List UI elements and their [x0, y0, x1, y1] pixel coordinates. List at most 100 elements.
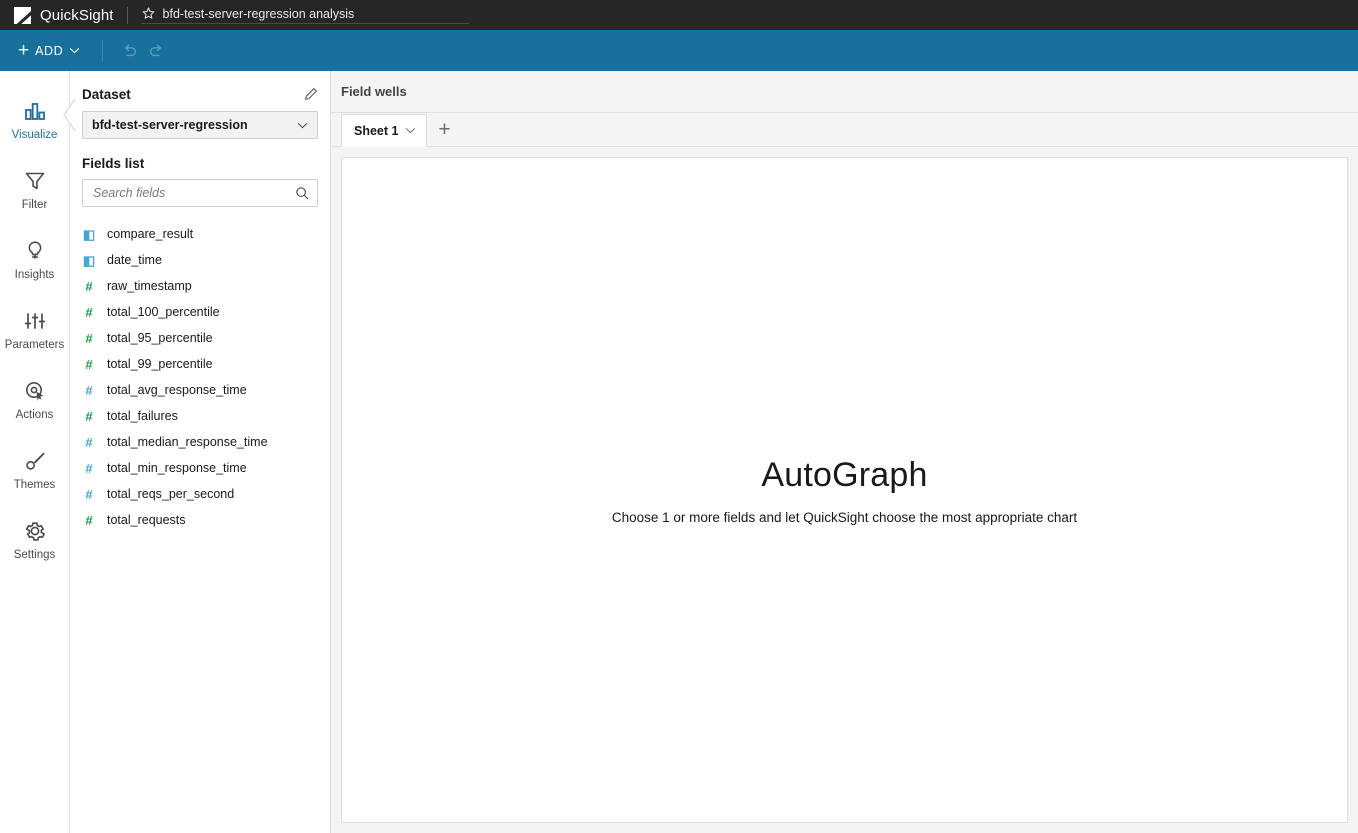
sidebar-item-label: Filter	[21, 199, 48, 211]
field-name: total_requests	[107, 513, 186, 527]
workspace: Field wells Sheet 1 + AutoGraph Choose 1…	[331, 71, 1358, 833]
add-sheet-button[interactable]: +	[427, 113, 461, 146]
undo-icon	[125, 44, 137, 56]
analysis-title-field[interactable]: bfd-test-server-regression analysis	[140, 6, 469, 24]
number-type-icon: #	[85, 382, 93, 398]
sidebar-item-insights[interactable]: Insights	[0, 225, 69, 295]
sidebar-item-label: Visualize	[11, 129, 58, 141]
redo-button[interactable]	[143, 38, 169, 64]
search-input[interactable]	[93, 186, 295, 200]
field-wells-panel[interactable]: Field wells	[331, 71, 1358, 113]
chevron-down-icon	[297, 122, 308, 128]
plus-icon: +	[18, 39, 30, 61]
dataset-select[interactable]: bfd-test-server-regression	[82, 111, 318, 139]
lightbulb-icon	[28, 241, 41, 259]
tab-sheet-1[interactable]: Sheet 1	[341, 114, 428, 147]
field-item[interactable]: # total_99_percentile	[70, 351, 330, 377]
toolbar-divider	[102, 40, 104, 61]
field-item[interactable]: # total_95_percentile	[70, 325, 330, 351]
panel-collapse-handle[interactable]	[62, 98, 78, 132]
pencil-icon[interactable]	[303, 87, 318, 102]
cursor-target-icon	[25, 382, 43, 401]
left-nav-rail: Visualize Filter Insights Parameters Act…	[0, 71, 70, 833]
field-item[interactable]: # total_failures	[70, 403, 330, 429]
sliders-icon	[24, 313, 45, 329]
field-item[interactable]: ◧ date_time	[70, 247, 330, 273]
number-type-icon: #	[85, 408, 93, 424]
field-name: total_99_percentile	[107, 357, 213, 371]
search-icon[interactable]	[295, 186, 309, 200]
field-name: total_reqs_per_second	[107, 487, 235, 501]
redo-icon	[150, 44, 162, 56]
star-icon[interactable]	[141, 6, 156, 21]
field-item[interactable]: # total_reqs_per_second	[70, 481, 330, 507]
field-name: compare_result	[107, 227, 194, 241]
number-type-icon: #	[85, 434, 93, 450]
sidebar-item-label: Insights	[14, 269, 55, 281]
sidebar-item-actions[interactable]: Actions	[0, 365, 69, 435]
field-name: total_median_response_time	[107, 435, 268, 449]
visual-placeholder[interactable]: AutoGraph Choose 1 or more fields and le…	[341, 157, 1348, 823]
field-name: date_time	[107, 253, 162, 267]
dataset-select-value: bfd-test-server-regression	[92, 118, 248, 132]
chevron-down-icon[interactable]	[405, 127, 416, 134]
canvas-area: AutoGraph Choose 1 or more fields and le…	[331, 147, 1358, 833]
number-type-icon: #	[85, 278, 93, 294]
fields-list-label: Fields list	[82, 156, 145, 171]
paintbrush-icon	[25, 452, 45, 470]
field-item[interactable]: # raw_timestamp	[70, 273, 330, 299]
search-fields-box[interactable]	[82, 179, 318, 207]
gear-icon	[25, 522, 45, 541]
main-toolbar: + ADD	[0, 30, 1358, 71]
field-item[interactable]: # total_requests	[70, 507, 330, 533]
fields-list: ◧ compare_result ◧ date_time # raw_timestamp #…	[70, 221, 330, 533]
sidebar-item-label: Themes	[13, 479, 56, 491]
field-name: total_95_percentile	[107, 331, 213, 345]
sheet-tab-label: Sheet 1	[354, 123, 399, 138]
funnel-icon	[25, 172, 44, 190]
number-type-icon: #	[85, 486, 93, 502]
sidebar-item-filter[interactable]: Filter	[0, 155, 69, 225]
field-name: total_100_percentile	[107, 305, 220, 319]
sidebar-item-parameters[interactable]: Parameters	[0, 295, 69, 365]
number-type-icon: #	[85, 460, 93, 476]
app-header: QuickSight bfd-test-server-regression an…	[0, 0, 1358, 30]
field-item[interactable]: # total_avg_response_time	[70, 377, 330, 403]
sidebar-item-themes[interactable]: Themes	[0, 435, 69, 505]
sheet-tabs-row: Sheet 1 +	[331, 113, 1358, 147]
app-body: Visualize Filter Insights Parameters Act…	[0, 71, 1358, 833]
string-type-icon: ◧	[82, 252, 96, 268]
dataset-header: Dataset	[82, 87, 318, 102]
dataset-label: Dataset	[82, 87, 131, 102]
bar-chart-icon	[24, 103, 45, 120]
field-name: total_failures	[107, 409, 178, 423]
field-item[interactable]: # total_100_percentile	[70, 299, 330, 325]
sidebar-item-label: Settings	[13, 549, 56, 561]
field-name: raw_timestamp	[107, 279, 192, 293]
number-type-icon: #	[85, 304, 93, 320]
sidebar-item-label: Parameters	[4, 339, 65, 351]
string-type-icon: ◧	[82, 226, 96, 242]
analysis-title[interactable]: bfd-test-server-regression analysis	[163, 7, 355, 21]
field-name: total_avg_response_time	[107, 383, 247, 397]
sidebar-item-label: Actions	[15, 409, 54, 421]
field-name: total_min_response_time	[107, 461, 247, 475]
field-wells-label: Field wells	[341, 84, 407, 99]
number-type-icon: #	[85, 356, 93, 372]
add-button-label: ADD	[35, 43, 64, 58]
product-name[interactable]: QuickSight	[40, 7, 114, 24]
quicksight-logo-icon[interactable]	[14, 6, 31, 24]
sidebar-item-visualize[interactable]: Visualize	[0, 85, 69, 155]
chevron-down-icon	[70, 47, 80, 54]
number-type-icon: #	[85, 512, 93, 528]
field-item[interactable]: # total_median_response_time	[70, 429, 330, 455]
sidebar-item-settings[interactable]: Settings	[0, 505, 69, 575]
add-button[interactable]: + ADD	[12, 40, 86, 62]
undo-button[interactable]	[117, 38, 143, 64]
field-item[interactable]: ◧ compare_result	[70, 221, 330, 247]
field-item[interactable]: # total_min_response_time	[70, 455, 330, 481]
fields-panel: Dataset bfd-test-server-regression Field…	[70, 71, 331, 833]
autograph-title: AutoGraph	[761, 455, 928, 494]
autograph-subtitle: Choose 1 or more fields and let QuickSig…	[611, 509, 1078, 525]
header-divider	[126, 6, 128, 24]
